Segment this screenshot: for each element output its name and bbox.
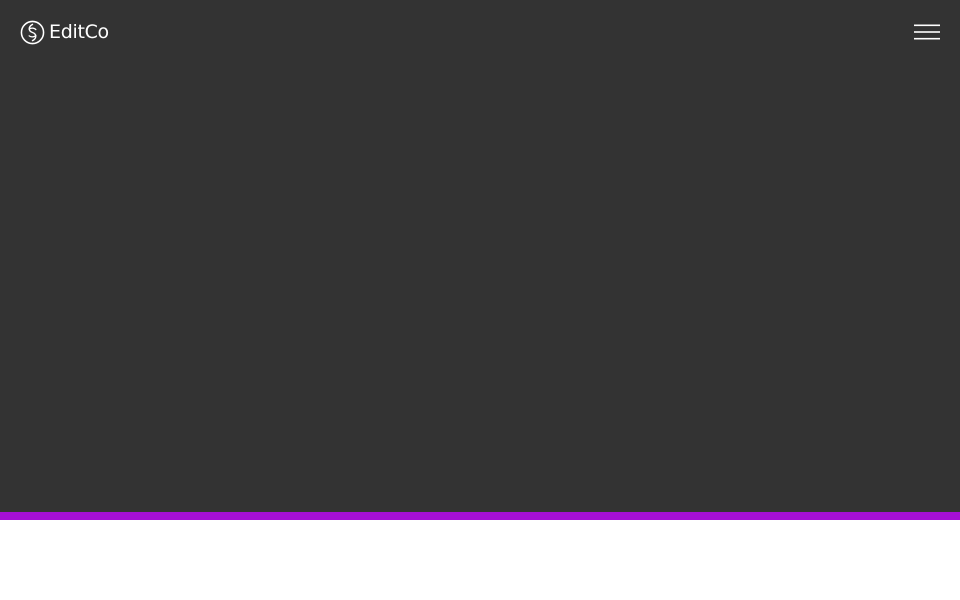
accent-bar <box>0 512 960 520</box>
content-section <box>0 520 960 600</box>
brand-name: EditCo <box>49 21 109 43</box>
site-header: EditCo <box>0 0 960 64</box>
menu-button[interactable] <box>914 22 940 42</box>
brand-logo-link[interactable]: EditCo <box>20 19 109 45</box>
hero-section <box>0 0 960 512</box>
hamburger-menu-icon <box>914 24 940 40</box>
editco-logo-icon <box>20 20 45 44</box>
